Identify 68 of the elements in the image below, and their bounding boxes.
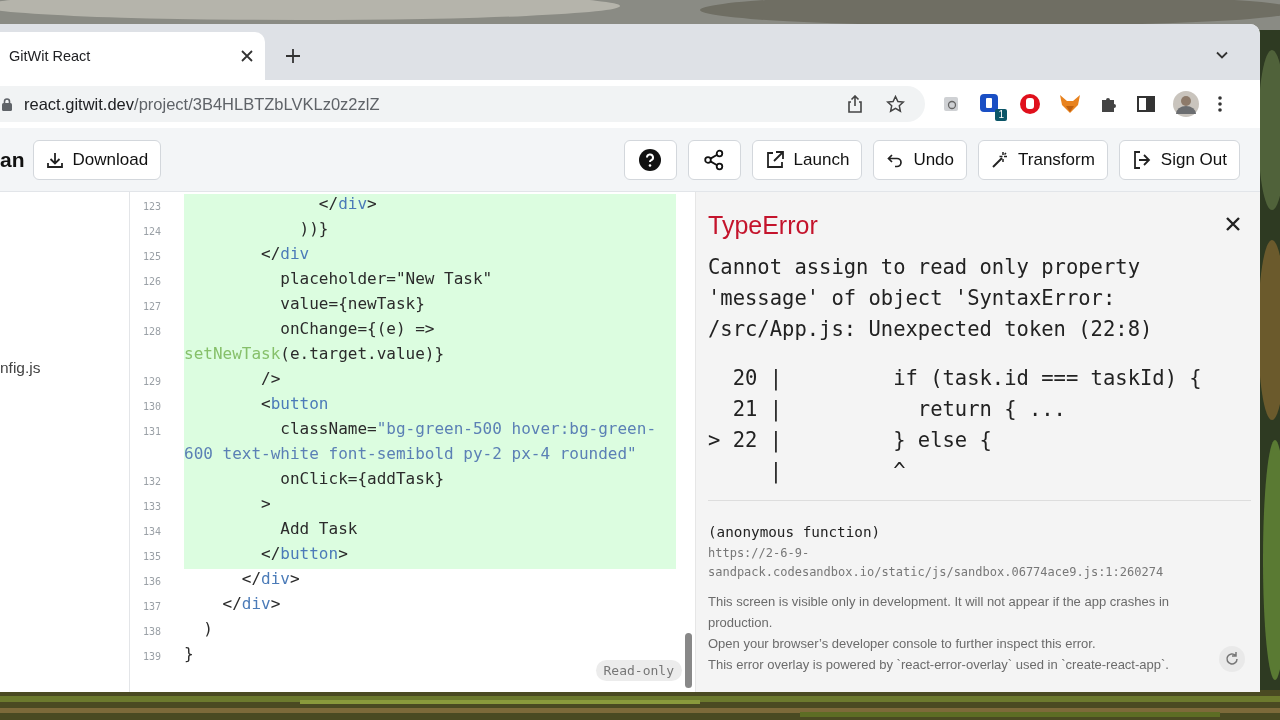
sign-out-icon [1131, 149, 1152, 170]
line-number: 137 [142, 601, 163, 612]
share-icon [703, 148, 726, 171]
overlay-note: This screen is visible only in development. It will not appear if the app crashes in production. [708, 593, 1170, 632]
external-link-icon [764, 149, 785, 170]
code-frame-line: 20 | if (task.id === taskId) { [731, 365, 1203, 393]
code-frame-line: 21 | return { ... [731, 396, 1067, 424]
line-number: 132 [142, 476, 163, 487]
read-only-badge: Read-only [595, 660, 682, 681]
close-icon[interactable] [1225, 216, 1241, 232]
code-line: </div> [221, 594, 282, 615]
share-button[interactable] [687, 139, 741, 180]
line-number: 136 [142, 576, 163, 587]
source-location: https://2-6-9-sandpack.codesandbox.io/static/js/sandbox.06774ace9.js:1:260274 [708, 545, 1165, 581]
sidebar-icon[interactable] [1137, 95, 1155, 113]
line-number: 130 [142, 401, 163, 412]
scrollbar-thumb[interactable] [685, 633, 692, 688]
error-message: Cannot assign to read only property 'message' of object 'SyntaxError: /src/App.js: Unexpected token (22:8) [708, 254, 1154, 343]
code-frame-line: > 22 | } else { [708, 427, 993, 455]
fox-icon[interactable] [1059, 94, 1081, 114]
badge-count: 1 [995, 109, 1007, 121]
share-icon[interactable] [846, 95, 864, 113]
line-number: 135 [142, 551, 163, 562]
code-line: ) [202, 619, 214, 640]
extension-icon[interactable] [943, 95, 961, 113]
line-number: 127 [142, 301, 163, 312]
line-number: 134 [142, 526, 163, 537]
line-number: 138 [142, 626, 163, 637]
code-line: </div> [240, 569, 301, 590]
star-icon[interactable] [886, 94, 905, 114]
line-number: 131 [142, 426, 163, 437]
stop-sign-icon[interactable] [1019, 93, 1041, 115]
project-name: an [0, 147, 25, 172]
line-number: 128 [142, 326, 163, 337]
function-name: (anonymous function) [708, 523, 882, 541]
undo-button[interactable]: Undo [873, 139, 967, 180]
download-button[interactable]: Download [32, 139, 162, 180]
browser-tab[interactable]: GitWit React [0, 32, 265, 80]
download-icon [45, 150, 64, 169]
line-number: 126 [142, 276, 163, 287]
magic-wand-icon [991, 150, 1009, 169]
line-number: 139 [142, 651, 163, 662]
help-icon [639, 148, 662, 171]
overlay-note: Open your browser’s developer console to further inspect this error. [708, 635, 1097, 653]
line-number: 124 [142, 226, 163, 237]
error-title: TypeError [708, 210, 818, 241]
signout-button[interactable]: Sign Out [1118, 139, 1240, 180]
code-line: } [184, 644, 195, 665]
launch-button[interactable]: Launch [751, 139, 863, 180]
close-icon[interactable] [241, 50, 253, 62]
help-button[interactable] [623, 139, 677, 180]
url-text: react.gitwit.dev/project/3B4HLBTZbLVKLz0z2zlZ [24, 94, 380, 114]
menu-icon[interactable] [1217, 95, 1223, 113]
code-frame-line: | ^ [768, 458, 907, 486]
lock-icon [2, 97, 12, 111]
overlay-note: This error overlay is powered by `react-error-overlay` used in `create-react-app`. [708, 656, 1170, 674]
line-number: 123 [142, 201, 163, 212]
line-number: 133 [142, 501, 163, 512]
shield-icon[interactable] [979, 93, 1001, 115]
avatar-icon[interactable] [1173, 91, 1199, 117]
plus-icon[interactable] [285, 48, 301, 64]
transform-button[interactable]: Transform [978, 139, 1108, 180]
tab-title: GitWit React [9, 48, 91, 64]
reload-icon[interactable] [1219, 646, 1245, 672]
address-bar[interactable]: react.gitwit.dev/project/3B4HLBTZbLVKLz0z2zlZ [0, 86, 925, 122]
file-name[interactable]: nfig.js [0, 356, 41, 380]
line-number: 129 [142, 376, 163, 387]
line-number: 125 [142, 251, 163, 262]
